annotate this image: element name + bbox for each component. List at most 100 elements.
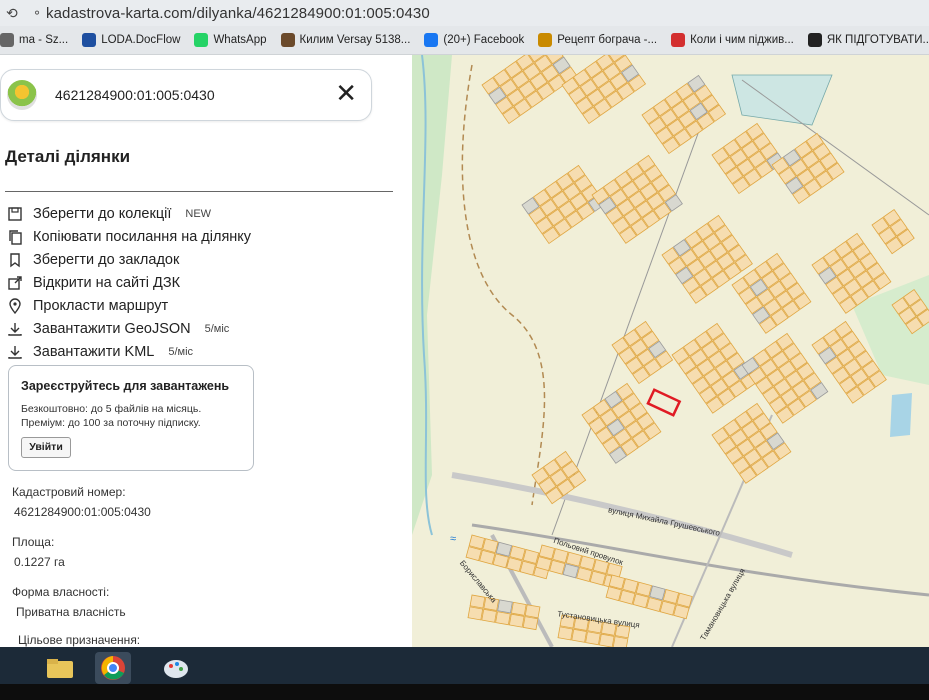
- parcel[interactable]: [467, 606, 484, 621]
- action-label: Завантажити KML: [33, 344, 155, 360]
- map-canvas[interactable]: ≈: [412, 55, 929, 647]
- action-item[interactable]: Завантажити GeoJSON 5/міс: [6, 320, 229, 338]
- purpose-label: Цільове призначення:: [18, 633, 141, 647]
- parcel[interactable]: [510, 601, 527, 616]
- parcel[interactable]: [497, 599, 513, 614]
- action-item[interactable]: Зберегти до закладок: [6, 251, 179, 269]
- bookmark-item[interactable]: LODA.DocFlow: [82, 33, 180, 47]
- bookmark-label: Рецепт бограча -...: [557, 34, 658, 46]
- external-link-icon: [6, 274, 24, 292]
- register-box: Зареєструйтесь для завантажень Безкоштов…: [8, 365, 254, 471]
- action-item[interactable]: Копіювати посилання на ділянку: [6, 228, 251, 246]
- parcel-block: [561, 55, 647, 125]
- bookmark-item[interactable]: (20+) Facebook: [424, 33, 524, 47]
- cadastral-label: Кадастровий номер:: [12, 485, 126, 499]
- bookmark-favicon-icon: [280, 33, 295, 47]
- action-item[interactable]: Завантажити KML 5/міс: [6, 343, 193, 361]
- parcel[interactable]: [469, 594, 486, 609]
- action-label: Зберегти до колекції: [33, 206, 172, 222]
- bookmark-item[interactable]: Килим Versay 5138...: [280, 33, 410, 47]
- divider: [5, 191, 393, 192]
- water-area: [731, 74, 833, 126]
- address-bar[interactable]: ⟲ ⚬ kadastrova-karta.com/dilyanka/462128…: [0, 0, 929, 27]
- close-icon[interactable]: ✕: [335, 80, 357, 106]
- parcel-block: [711, 122, 785, 195]
- bookmark-item[interactable]: ЯК ПІДГОТУВАТИ...: [807, 33, 929, 47]
- bookmark-favicon-icon: [0, 33, 14, 47]
- action-item[interactable]: Відкрити на сайті ДЗК: [6, 274, 180, 292]
- bookmark-favicon-icon: [538, 33, 553, 47]
- bookmark-favicon-icon: [671, 33, 686, 47]
- bookmark-icon: [6, 251, 24, 269]
- reload-icon[interactable]: ⟲: [6, 5, 28, 22]
- parcel[interactable]: [508, 613, 525, 628]
- bookmarks-bar: ma - Sz... LODA.DocFlow WhatsApp Килим Vers…: [0, 26, 929, 55]
- parcel-block: [521, 164, 607, 245]
- parcel-block: [591, 154, 683, 244]
- parcel[interactable]: [522, 616, 539, 631]
- monitor-bezel: [0, 684, 929, 700]
- parcel-block: [531, 450, 587, 505]
- parcel-block: [605, 574, 693, 620]
- parcel[interactable]: [598, 633, 615, 647]
- chrome-icon[interactable]: [95, 652, 131, 684]
- pond: [890, 393, 912, 437]
- search-input[interactable]: 4621284900:01:005:0430: [55, 87, 215, 103]
- parcel[interactable]: [557, 626, 574, 641]
- bookmark-label: LODA.DocFlow: [101, 34, 181, 46]
- parcel[interactable]: [585, 631, 601, 646]
- bookmark-favicon-icon: [82, 33, 97, 47]
- parcel[interactable]: [495, 611, 511, 626]
- download-icon: [6, 343, 24, 361]
- download-icon: [6, 320, 24, 338]
- action-item[interactable]: Зберегти до колекції NEW: [6, 205, 211, 223]
- cadastral-value: 4621284900:01:005:0430: [14, 505, 151, 519]
- bookmark-favicon-icon: [424, 33, 439, 47]
- bookmark-item[interactable]: WhatsApp: [194, 33, 267, 47]
- action-item[interactable]: Прокласти маршрут: [6, 297, 168, 315]
- ownership-value: Приватна власність: [16, 605, 126, 619]
- site-info-icon[interactable]: ⚬: [28, 6, 46, 20]
- action-badge: 5/міс: [204, 323, 230, 335]
- action-badge: NEW: [185, 208, 212, 220]
- bookmark-favicon-icon: [807, 33, 822, 47]
- details-panel: 4621284900:01:005:0430 ✕ Деталі ділянки …: [0, 55, 412, 647]
- action-label: Прокласти маршрут: [33, 298, 169, 314]
- save-icon: [6, 205, 24, 223]
- cadastral-map[interactable]: ≈ вулиця Михайла Грушевського Польовий п…: [412, 55, 929, 647]
- bookmark-label: (20+) Facebook: [443, 34, 525, 46]
- file-explorer-icon[interactable]: [42, 652, 78, 684]
- search-box[interactable]: 4621284900:01:005:0430 ✕: [0, 69, 372, 121]
- bookmark-label: Коли і чим піджив...: [690, 34, 794, 46]
- bookmark-item[interactable]: Рецепт бограча -...: [538, 33, 657, 47]
- bookmark-item[interactable]: Коли і чим піджив...: [671, 33, 794, 47]
- parcel[interactable]: [612, 636, 629, 647]
- area-value: 0.1227 га: [14, 555, 65, 569]
- register-title: Зареєструйтесь для завантажень: [21, 379, 230, 393]
- parcel-block: [641, 74, 727, 155]
- parcel[interactable]: [524, 604, 541, 619]
- parcel-block: [871, 208, 915, 255]
- site-logo-icon[interactable]: [7, 80, 37, 110]
- section-title: Деталі ділянки: [5, 147, 131, 166]
- paint-icon[interactable]: [158, 652, 194, 684]
- screen: ⟲ ⚬ kadastrova-karta.com/dilyanka/462128…: [0, 0, 929, 700]
- water-marker-icon: ≈: [450, 533, 456, 545]
- parcel[interactable]: [481, 608, 497, 623]
- register-premium-text: Преміум: до 100 за поточну підписку.: [21, 417, 201, 429]
- location-pin-icon: [6, 297, 24, 315]
- action-label: Завантажити GeoJSON: [33, 321, 191, 337]
- action-label: Зберегти до закладок: [33, 252, 180, 268]
- url-text[interactable]: kadastrova-karta.com/dilyanka/4621284900…: [46, 5, 430, 22]
- action-label: Відкрити на сайті ДЗК: [33, 275, 181, 291]
- login-button[interactable]: Увійти: [21, 437, 71, 458]
- action-badge: 5/міс: [168, 346, 194, 358]
- bookmark-item[interactable]: ma - Sz...: [0, 33, 68, 47]
- boundary-line: [461, 64, 546, 506]
- parcel[interactable]: [571, 628, 587, 643]
- forest-area: [412, 55, 452, 535]
- bookmark-label: WhatsApp: [213, 34, 267, 46]
- parcel-block: [481, 55, 578, 125]
- selected-parcel[interactable]: [646, 388, 682, 417]
- bookmark-label: ЯК ПІДГОТУВАТИ...: [826, 34, 929, 46]
